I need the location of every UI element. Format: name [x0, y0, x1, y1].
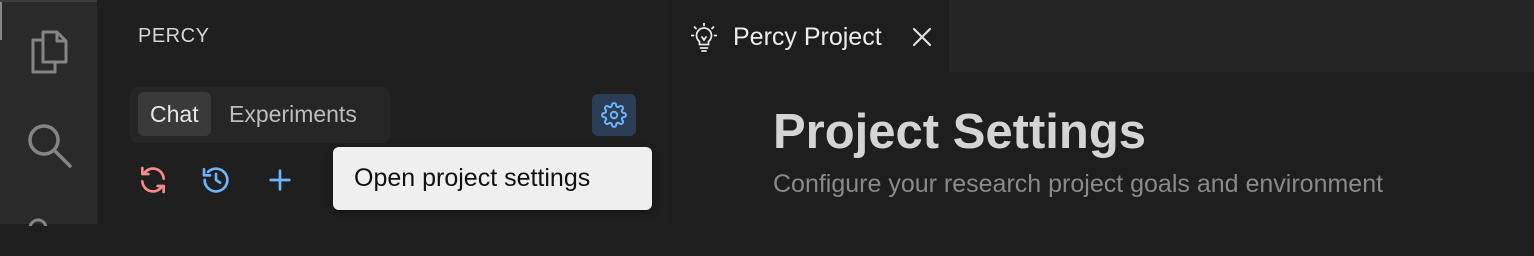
tab-chat[interactable]: Chat [138, 92, 211, 136]
files-icon[interactable] [24, 26, 74, 76]
refresh-button[interactable] [137, 164, 169, 196]
activity-bar [0, 0, 97, 238]
project-settings-button[interactable] [592, 94, 636, 136]
add-button[interactable] [264, 164, 296, 196]
tab-percy-project[interactable]: Percy Project [669, 0, 949, 72]
editor-pane: Project Settings Configure your research… [669, 72, 1534, 224]
tab-label: Percy Project [733, 23, 882, 51]
settings-tooltip: Open project settings [333, 147, 652, 210]
close-icon[interactable] [911, 26, 933, 48]
tooltip-text: Open project settings [354, 164, 591, 192]
view-switcher: Chat Experiments [130, 87, 390, 143]
lightbulb-icon [691, 23, 717, 52]
tab-experiments[interactable]: Experiments [217, 92, 369, 136]
add-icon [269, 169, 291, 191]
sidebar-title: PERCY [138, 25, 210, 47]
source-control-icon[interactable] [24, 206, 74, 256]
history-icon [202, 167, 229, 193]
gear-icon [601, 102, 627, 128]
editor-tab-bar: Percy Project [669, 0, 1534, 72]
page-subtitle: Configure your research project goals an… [773, 170, 1384, 198]
page-title: Project Settings [773, 105, 1147, 159]
refresh-icon [141, 166, 165, 194]
activity-bar-indicator [0, 2, 2, 40]
history-button[interactable] [200, 164, 232, 196]
search-icon[interactable] [24, 120, 74, 170]
